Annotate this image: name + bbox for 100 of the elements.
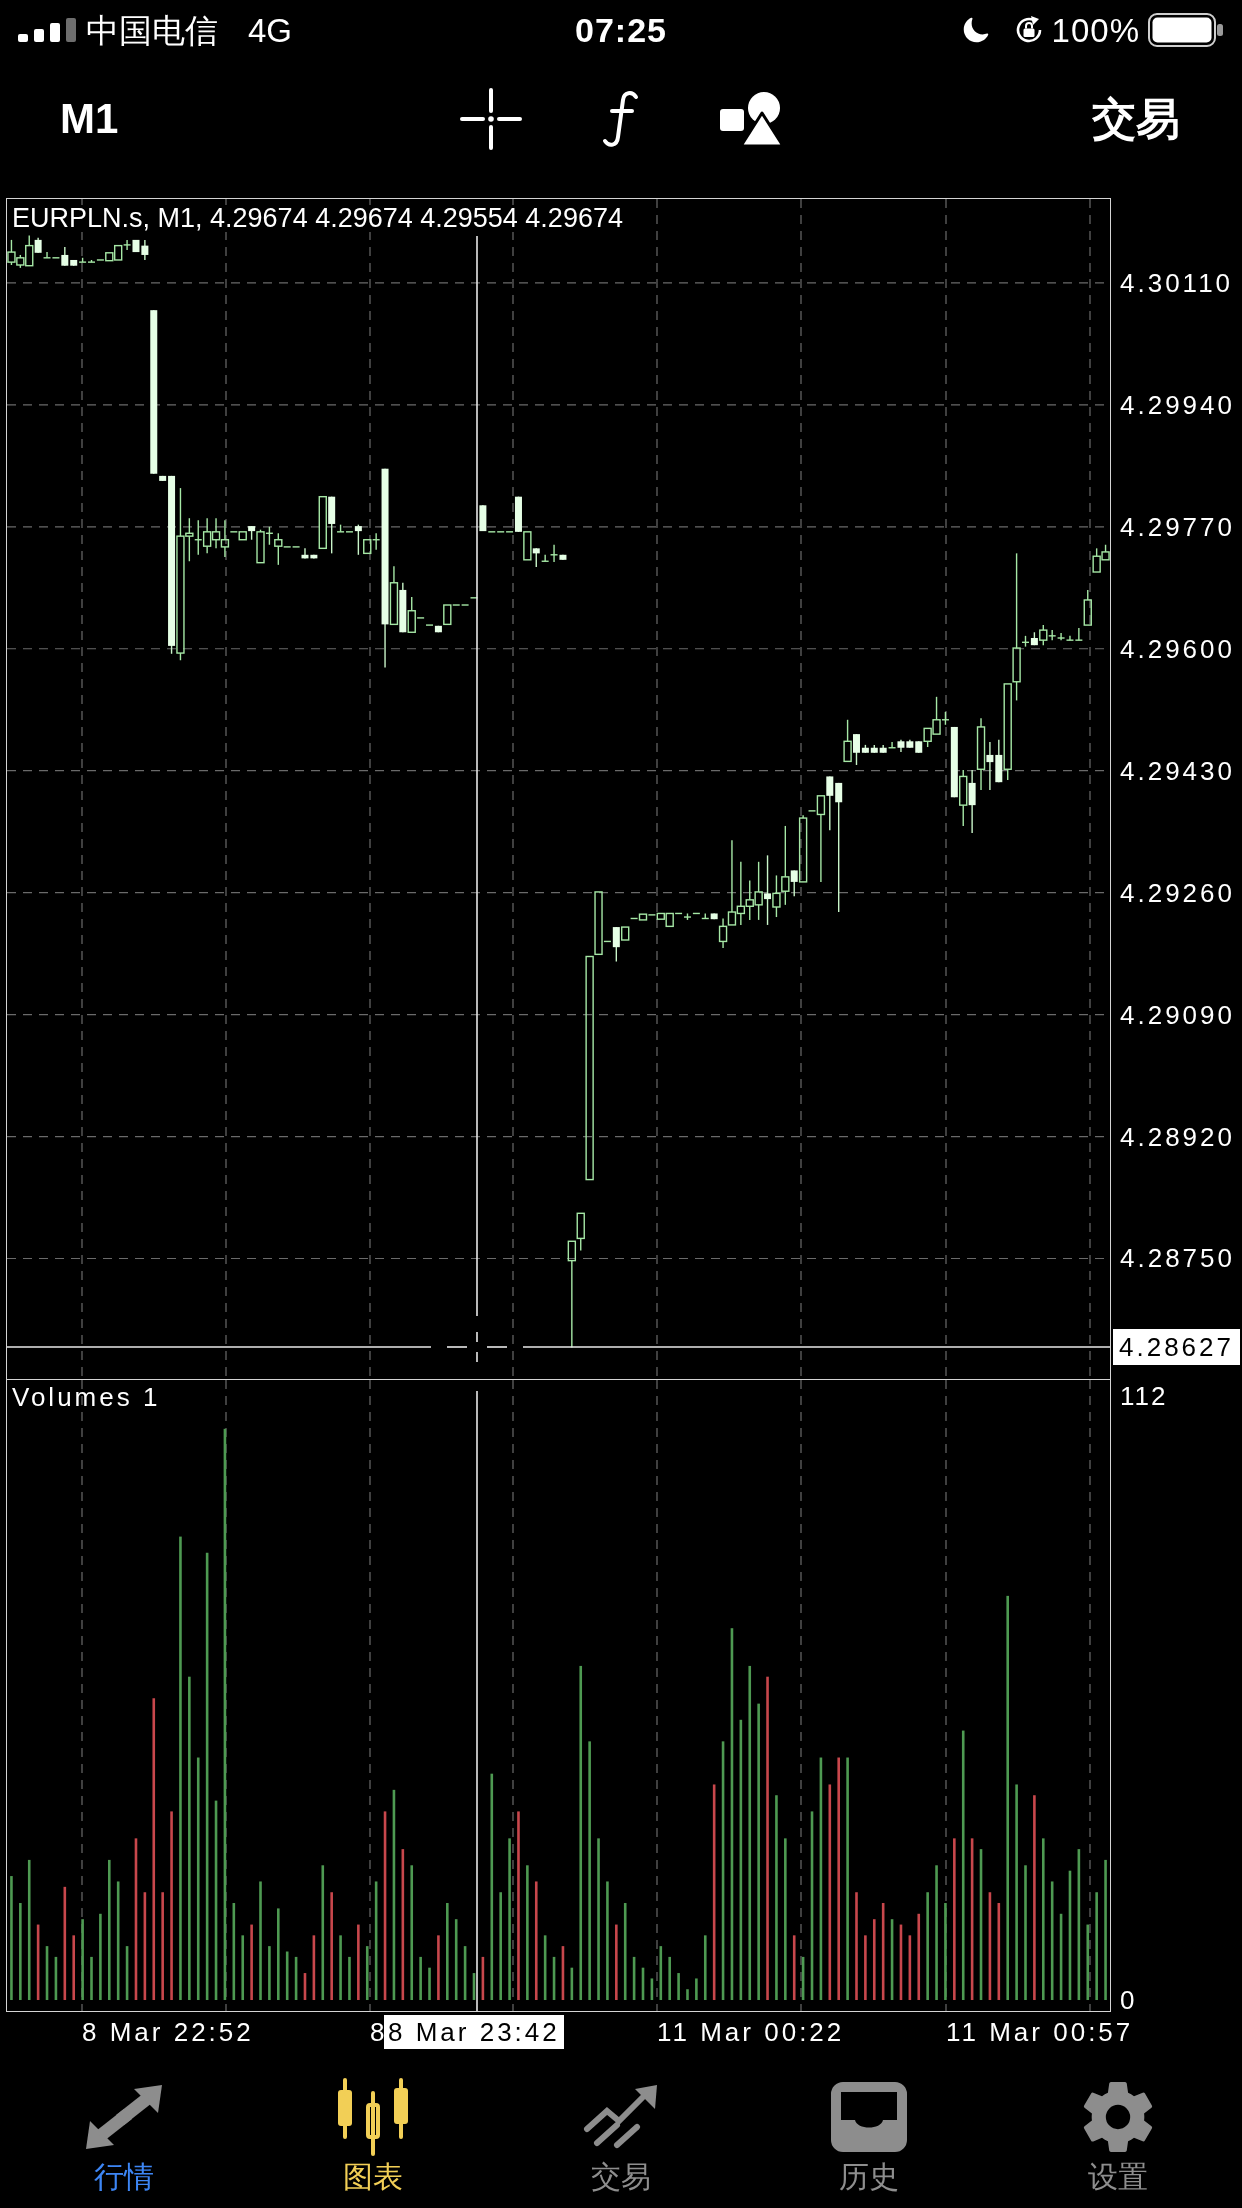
candlestick xyxy=(318,495,327,550)
bar xyxy=(1104,1859,1107,2000)
bar xyxy=(668,1956,671,2001)
bar xyxy=(72,1935,76,2000)
tab[interactable]: 历史 xyxy=(745,2050,994,2208)
candlestick xyxy=(1047,629,1057,641)
bar xyxy=(81,1919,84,2001)
price-axis-label: 4.29090 xyxy=(1120,999,1235,1030)
candlestick xyxy=(727,839,737,926)
candlestick xyxy=(141,239,149,261)
bar xyxy=(19,1903,22,2000)
bar xyxy=(846,1757,849,2001)
bar xyxy=(766,1676,769,2000)
bar xyxy=(517,1811,520,2001)
shapes-icon xyxy=(720,91,784,147)
candlestick xyxy=(1012,552,1021,702)
bar xyxy=(748,1665,752,2001)
bar xyxy=(419,1956,422,2001)
bar xyxy=(428,1967,431,2001)
crosshair-icon xyxy=(460,88,522,150)
bar xyxy=(855,1892,858,2001)
candlestick xyxy=(665,912,674,928)
candlestick xyxy=(621,926,630,941)
candlestick xyxy=(656,912,665,920)
candlestick xyxy=(202,517,212,555)
crosshair-button[interactable] xyxy=(460,88,522,150)
network-type: 4G xyxy=(248,13,293,47)
bar xyxy=(944,1903,947,2000)
bar xyxy=(454,1919,458,2001)
bar xyxy=(1033,1795,1036,2001)
time-axis-label: 8 Mar 22:52 xyxy=(82,2017,254,2047)
bar xyxy=(1041,1838,1045,2001)
trade-button[interactable]: 交易 xyxy=(1092,97,1180,141)
candlestick xyxy=(1056,632,1066,641)
double-arrow-icon xyxy=(86,2085,163,2149)
indicators-button[interactable] xyxy=(602,90,640,148)
candlestick xyxy=(1065,635,1075,641)
candlestick xyxy=(443,604,452,626)
bar xyxy=(588,1741,591,2001)
bar xyxy=(437,1935,440,2000)
bar xyxy=(534,1881,538,2001)
bar xyxy=(757,1703,760,2001)
tab[interactable]: 交易 xyxy=(496,2050,746,2208)
crosshair-price-label: 4.28627 xyxy=(1113,1329,1240,1365)
price-axis-label: 4.28920 xyxy=(1120,1121,1235,1152)
candlestick xyxy=(843,719,852,763)
bar xyxy=(597,1838,600,2001)
time-axis-label: 11 Mar 00:57 xyxy=(946,2017,1134,2047)
candlestick xyxy=(736,861,746,926)
candlestick xyxy=(826,775,834,831)
candlestick xyxy=(976,717,986,791)
tab[interactable]: 设置 xyxy=(993,2050,1242,2208)
bar xyxy=(490,1773,494,2001)
price-axis-label: 4.28750 xyxy=(1120,1243,1235,1274)
bar xyxy=(277,1908,280,2001)
bar xyxy=(686,1989,689,2001)
bar xyxy=(107,1859,111,2000)
bar xyxy=(1006,1595,1010,2001)
bar xyxy=(10,1876,13,2001)
candlestick xyxy=(238,531,247,541)
trend-arrow-icon xyxy=(583,2085,659,2149)
bar xyxy=(161,1892,164,2001)
bar xyxy=(188,1676,191,2000)
candlestick xyxy=(523,531,532,561)
bar xyxy=(357,1924,360,2001)
candlestick xyxy=(220,519,230,558)
candlestick xyxy=(968,769,976,834)
inbox-tray-icon xyxy=(831,2082,908,2152)
bar xyxy=(872,1919,876,2001)
bar xyxy=(703,1935,707,2000)
candlestick xyxy=(1074,627,1084,641)
carrier-name: 中国电信 xyxy=(86,13,218,47)
bar xyxy=(446,1903,449,2000)
bar xyxy=(606,1881,609,2001)
candlestick xyxy=(790,869,798,897)
candlestick xyxy=(532,547,540,568)
objects-button[interactable] xyxy=(720,91,784,147)
bar xyxy=(917,1913,921,2001)
candlestick xyxy=(852,733,860,766)
candlestick xyxy=(113,244,123,261)
price-axis-label: 4.30110 xyxy=(1120,267,1234,298)
volume-axis-label: 0 xyxy=(1120,1988,1137,2012)
bar xyxy=(499,1892,502,2001)
bar xyxy=(250,1924,253,2001)
bar xyxy=(1015,1784,1018,2001)
tab[interactable]: 图表 xyxy=(248,2050,497,2208)
bar xyxy=(961,1730,965,2001)
bar xyxy=(677,1973,680,2000)
bar xyxy=(170,1811,173,2001)
price-axis-label: 4.29940 xyxy=(1120,389,1235,420)
bar xyxy=(784,1838,787,2001)
tab[interactable]: 行情 xyxy=(0,2050,249,2208)
bar xyxy=(90,1956,93,2001)
price-axis-label: 4.29770 xyxy=(1120,511,1235,542)
bar xyxy=(623,1903,627,2000)
timeframe-button[interactable]: M1 xyxy=(60,98,119,140)
bar xyxy=(837,1757,840,2001)
bar xyxy=(508,1838,511,2001)
candlestick xyxy=(42,251,52,259)
signal-strength-icon xyxy=(18,18,76,42)
